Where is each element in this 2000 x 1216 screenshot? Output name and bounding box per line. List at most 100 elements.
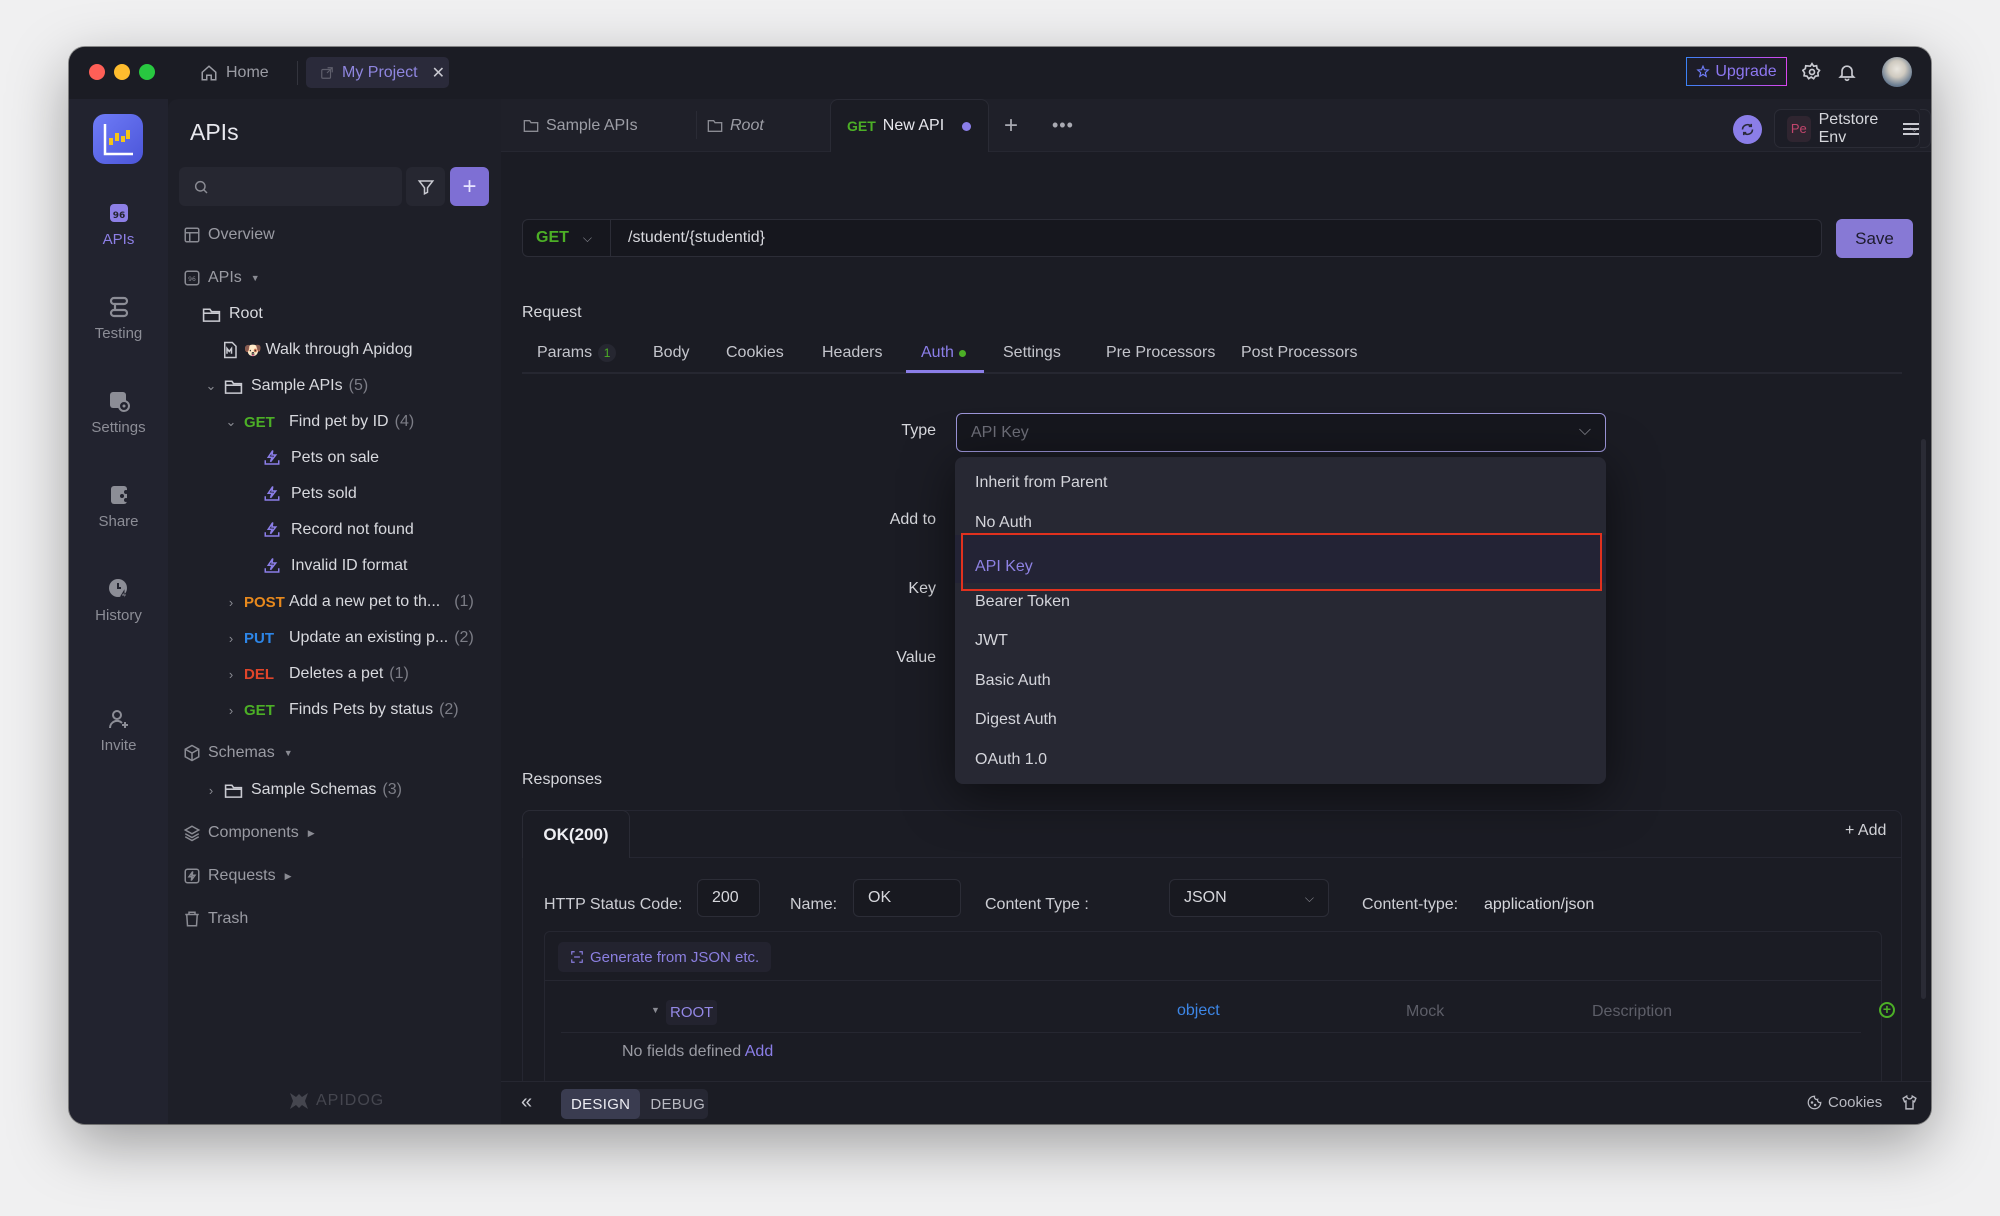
theme-button[interactable] [1901,1094,1918,1111]
requests-label: Requests [208,867,276,884]
main-panel: Sample APIs Root GET New API + ••• Pe Pe… [501,99,1931,1124]
overview-label: Overview [208,226,275,243]
rail-item-settings[interactable]: Settings [69,389,168,436]
tree-endpoint-delete-pet[interactable]: › DEL Deletes a pet (1) [222,659,409,689]
content-type-label: Content Type : [985,896,1089,913]
notification-bell-icon[interactable] [1836,61,1858,83]
user-avatar[interactable] [1882,57,1912,87]
design-mode-button[interactable]: DESIGN [561,1089,641,1119]
settings-gear-icon[interactable] [1801,61,1823,83]
search-input[interactable] [179,167,402,206]
tab-cookies[interactable]: Cookies [726,334,784,372]
new-tab-button[interactable]: + [1004,99,1018,152]
auth-type-select[interactable]: API Key ⌵ [956,413,1606,452]
root-node-label[interactable]: ROOT [666,1000,718,1025]
tree-case-item[interactable]: Pets sold [263,479,357,509]
rail-label: APIs [102,231,135,248]
name-label: Name: [790,896,838,913]
root-type[interactable]: object [1177,1002,1220,1020]
add-field-circle-icon[interactable]: + [1879,1002,1895,1018]
generate-from-json-button[interactable]: Generate from JSON etc. [558,942,772,972]
tree-folder-sample-schemas[interactable]: › Sample Schemas (3) [202,775,402,805]
tab-post-processors[interactable]: Post Processors [1241,334,1357,372]
tab-auth[interactable]: Auth [921,334,966,372]
more-tabs-button[interactable]: ••• [1052,99,1074,152]
home-tab[interactable]: Home [200,59,269,87]
tab-pre-processors[interactable]: Pre Processors [1106,334,1215,372]
method-value: GET [536,229,569,246]
auth-option[interactable]: Inherit from Parent [955,463,1606,503]
rail-item-apis[interactable]: 96 APIs [69,201,168,248]
tree-case-item[interactable]: Record not found [263,515,414,545]
method-select[interactable]: GET ⌵ [523,220,611,256]
rail-item-share[interactable]: Share [69,483,168,530]
rail-item-history[interactable]: History [69,577,168,624]
filter-button[interactable] [406,167,445,206]
add-field-link[interactable]: Add [745,1043,773,1060]
hamburger-menu-icon [1903,123,1919,135]
auth-option[interactable]: Digest Auth [955,700,1606,740]
debug-mode-button[interactable]: DEBUG [640,1089,715,1119]
sidebar-item-requests[interactable]: Requests ▶ [183,861,292,891]
description-field[interactable]: Description [1592,1003,1672,1021]
folder-icon [523,119,539,132]
tab-settings[interactable]: Settings [1003,334,1061,372]
request-icon [184,868,200,884]
upgrade-button[interactable]: Upgrade [1686,57,1787,86]
add-new-button[interactable]: + [450,167,489,206]
cookies-button[interactable]: Cookies [1807,1094,1882,1111]
tree-endpoint-add-pet[interactable]: › POST Add a new pet to th... (1) [222,587,474,617]
minimize-window-button[interactable] [114,64,130,80]
walkthrough-label: Walk through Apidog [265,341,413,358]
auth-option[interactable]: OAuth 1.0 [955,740,1606,780]
lightning-case-icon [264,450,280,465]
caret-down-icon[interactable]: ▼ [651,1005,660,1015]
close-tab-icon[interactable]: ✕ [432,63,445,83]
mock-field[interactable]: Mock [1406,1003,1444,1021]
response-name-input[interactable]: OK [853,879,961,917]
sidebar-item-overview[interactable]: Overview [183,220,275,250]
tree-item-walkthrough[interactable]: 🐶 Walk through Apidog [222,335,413,365]
tree-endpoint-find-pet[interactable]: ⌄ GET Find pet by ID (4) [222,407,415,437]
tree-folder-root[interactable]: Root [202,299,263,329]
tree-case-item[interactable]: Invalid ID format [263,551,407,581]
save-button[interactable]: Save [1836,219,1913,258]
vertical-scrollbar[interactable] [1921,439,1926,999]
tree-endpoint-find-by-status[interactable]: › GET Finds Pets by status (2) [222,695,459,725]
brand-label: APIDOG [316,1092,385,1109]
status-code-input[interactable]: 200 [697,879,760,917]
rail-item-testing[interactable]: Testing [69,295,168,342]
add-response-button[interactable]: + Add [1845,822,1886,840]
rail-item-invite[interactable]: Invite [69,707,168,754]
content-type-header-label: Content-type: [1362,896,1459,913]
tree-folder-sample-apis[interactable]: ⌄ Sample APIs (5) [202,371,369,401]
no-fields-message: No fields defined Add [622,1043,773,1061]
menu-button[interactable] [1901,119,1921,139]
sync-button[interactable] [1733,115,1762,144]
sidebar-item-trash[interactable]: Trash [183,904,248,934]
tab-new-api[interactable]: GET New API [830,99,989,152]
sidebar-item-components[interactable]: Components ▶ [183,818,315,848]
tab-sample-apis[interactable]: Sample APIs [523,99,638,152]
tab-root[interactable]: Root [707,99,764,152]
divider [561,1032,1861,1033]
tab-body[interactable]: Body [653,334,689,372]
project-tab[interactable]: My Project ✕ [306,57,449,88]
content-type-select[interactable]: JSON ⌵ [1169,879,1329,917]
sidebar-item-apis[interactable]: 96 APIs ▼ [183,263,260,293]
url-input[interactable]: /student/{studentid} [628,220,765,256]
auth-option[interactable]: Basic Auth [955,661,1606,701]
tree-endpoint-update-pet[interactable]: › PUT Update an existing p... (2) [222,623,474,653]
tab-headers[interactable]: Headers [822,334,882,372]
maximize-window-button[interactable] [139,64,155,80]
sidebar-item-schemas[interactable]: Schemas ▼ [183,738,293,768]
tab-params[interactable]: Params 1 [537,334,617,372]
tree-case-item[interactable]: Pets on sale [263,443,379,473]
response-tab-ok-200[interactable]: OK(200) [522,810,630,858]
close-window-button[interactable] [89,64,105,80]
auth-option[interactable]: JWT [955,621,1606,661]
collapse-sidebar-icon[interactable]: « [521,1091,532,1114]
environment-selector[interactable]: Pe Petstore Env ⌵ [1774,109,1920,148]
bottom-bar: « DESIGN DEBUG Cookies [501,1081,1931,1124]
cookie-icon [1807,1095,1822,1110]
